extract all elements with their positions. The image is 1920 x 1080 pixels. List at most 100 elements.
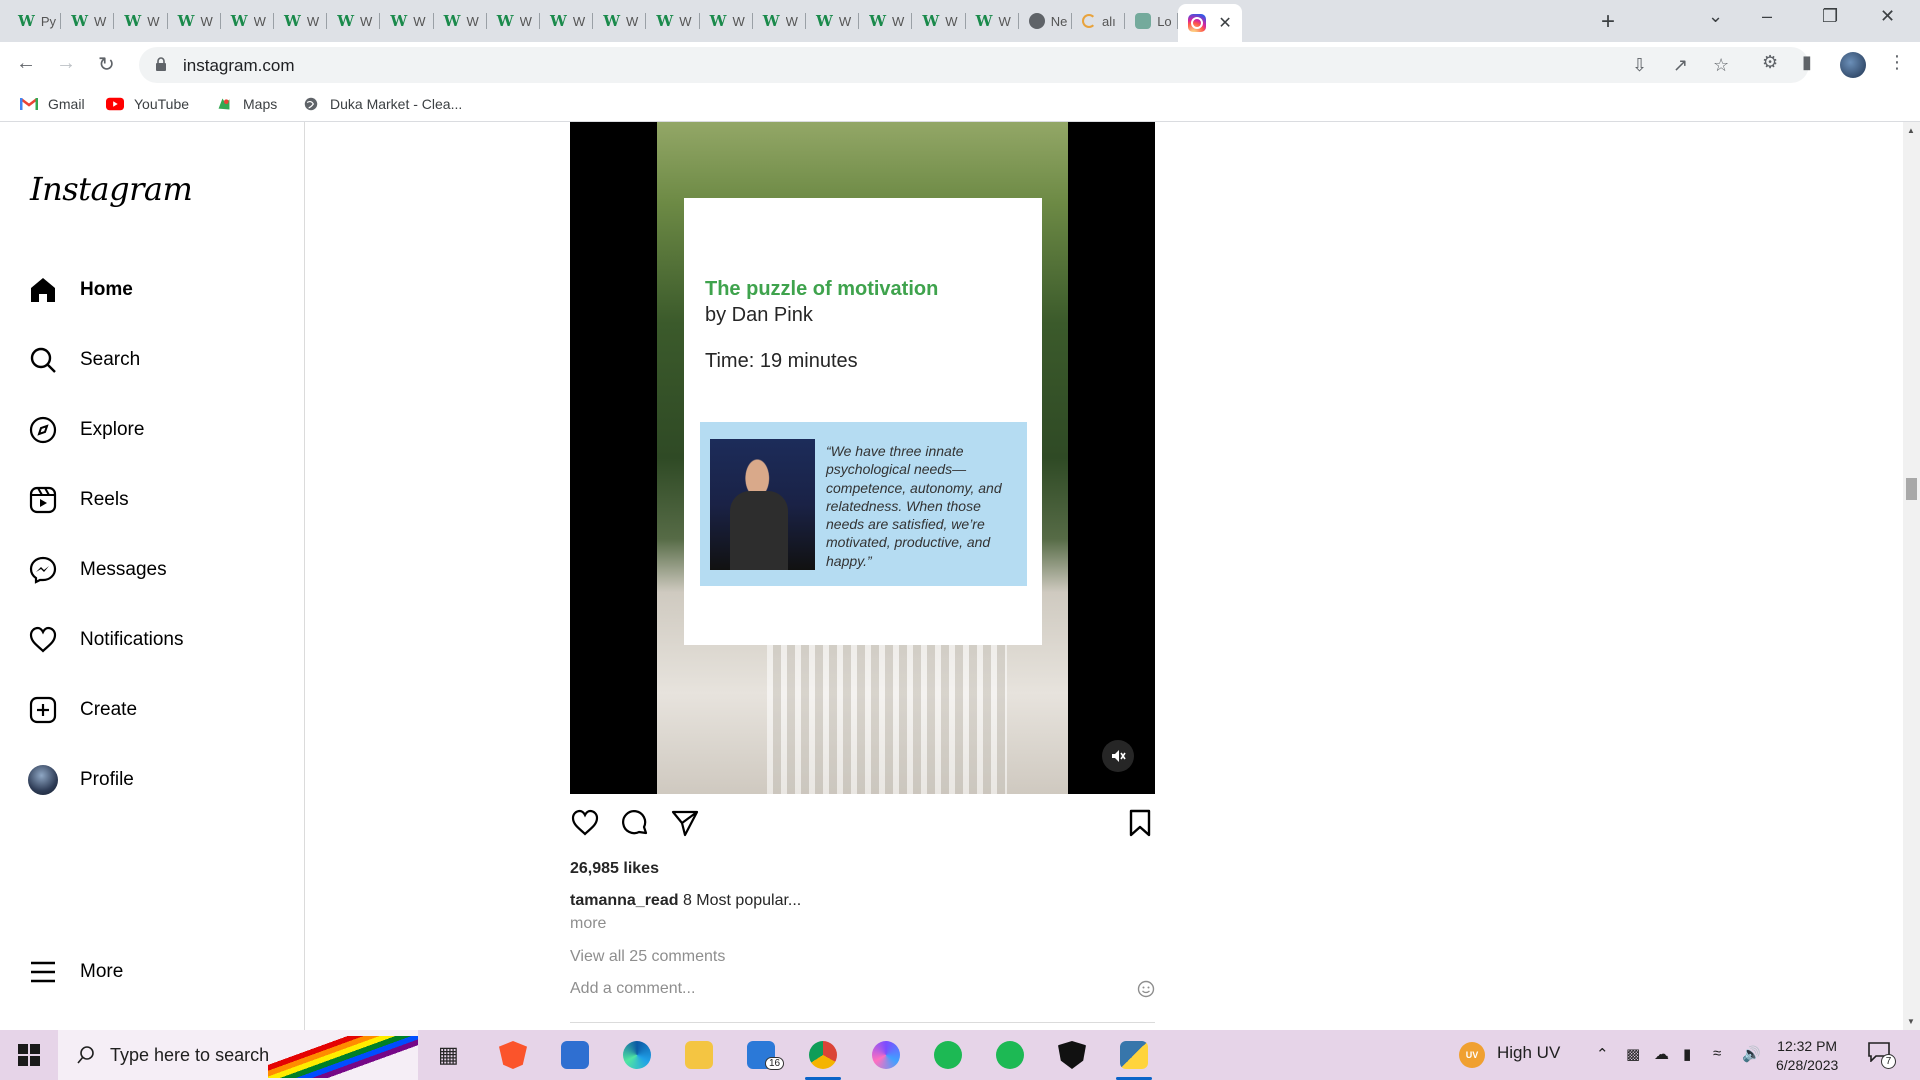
view-comments-link[interactable]: View all 25 comments bbox=[570, 948, 725, 966]
spotify-icon[interactable] bbox=[934, 1041, 962, 1069]
nav-messages[interactable]: Messages bbox=[28, 550, 167, 590]
instagram-logo[interactable]: Instagram bbox=[30, 170, 193, 208]
share-paper-plane-icon[interactable] bbox=[670, 808, 700, 838]
browser-tab[interactable]: WW bbox=[753, 6, 806, 36]
browser-tab[interactable]: WW bbox=[966, 6, 1019, 36]
action-center-button[interactable]: 7 bbox=[1868, 1042, 1896, 1069]
side-panel-icon[interactable]: ▮ bbox=[1802, 52, 1812, 73]
browser-tab[interactable]: WW bbox=[540, 6, 594, 36]
browser-tab[interactable]: WW bbox=[593, 6, 647, 36]
task-view-icon[interactable]: ▦ bbox=[438, 1042, 466, 1070]
meet-now-icon[interactable]: ▩ bbox=[1626, 1045, 1640, 1063]
brave-browser-icon[interactable] bbox=[499, 1041, 527, 1069]
likes-count[interactable]: 26,985 likes bbox=[570, 860, 659, 878]
browser-tab[interactable]: WW bbox=[487, 6, 540, 36]
browser-tab[interactable]: WW bbox=[221, 6, 274, 36]
save-bookmark-icon[interactable] bbox=[1125, 808, 1155, 838]
nav-notifications[interactable]: Notifications bbox=[28, 620, 184, 660]
nav-home[interactable]: Home bbox=[28, 270, 133, 310]
chrome-browser-icon[interactable] bbox=[805, 1041, 841, 1080]
nav-explore[interactable]: Explore bbox=[28, 410, 144, 450]
nav-reels[interactable]: Reels bbox=[28, 480, 129, 520]
bookmark-star-icon[interactable]: ☆ bbox=[1713, 55, 1729, 76]
forward-icon[interactable]: → bbox=[56, 52, 76, 75]
bookmark-maps[interactable]: Maps bbox=[215, 96, 277, 112]
microsoft-store-icon[interactable] bbox=[561, 1041, 589, 1069]
nav-more[interactable]: More bbox=[28, 952, 123, 992]
maps-icon bbox=[218, 98, 230, 110]
copilot-app-icon[interactable] bbox=[872, 1041, 900, 1069]
python-app-icon[interactable] bbox=[1116, 1041, 1152, 1080]
bookmark-gmail[interactable]: Gmail bbox=[20, 96, 85, 112]
page-scrollbar[interactable]: ▲ ▼ bbox=[1903, 122, 1920, 1030]
browser-tab[interactable]: WW bbox=[806, 6, 860, 36]
restore-window-icon[interactable]: ❐ bbox=[1822, 6, 1838, 27]
back-icon[interactable]: ← bbox=[16, 52, 36, 75]
share-icon[interactable]: ↗ bbox=[1673, 55, 1688, 76]
browser-tab[interactable]: WW bbox=[700, 6, 753, 36]
onedrive-cloud-icon[interactable]: ☁ bbox=[1654, 1045, 1669, 1063]
volume-icon[interactable]: 🔊 bbox=[1742, 1045, 1761, 1063]
chevron-up-icon[interactable]: ⌃ bbox=[1596, 1045, 1609, 1063]
uv-weather-icon[interactable]: UV bbox=[1459, 1042, 1485, 1068]
bookmark-youtube[interactable]: YouTube bbox=[106, 96, 189, 112]
nav-profile[interactable]: Profile bbox=[28, 760, 134, 800]
comment-input[interactable] bbox=[570, 980, 1090, 998]
new-tab-button[interactable]: + bbox=[1601, 8, 1615, 36]
add-comment-row bbox=[570, 980, 1155, 1008]
mute-button[interactable] bbox=[1102, 740, 1134, 772]
nav-create[interactable]: Create bbox=[28, 690, 137, 730]
scroll-down-icon[interactable]: ▼ bbox=[1907, 1017, 1915, 1026]
nav-search[interactable]: Search bbox=[28, 340, 140, 380]
reload-icon[interactable]: ↻ bbox=[98, 52, 115, 77]
browser-tab[interactable]: WW bbox=[168, 6, 221, 36]
browser-tab[interactable]: Ne bbox=[1019, 6, 1072, 36]
browser-tab[interactable]: W Py bbox=[8, 6, 62, 36]
scroll-up-icon[interactable]: ▲ bbox=[1907, 126, 1915, 135]
browser-tab[interactable]: WW bbox=[434, 6, 487, 36]
battery-icon[interactable]: ▮ bbox=[1683, 1045, 1691, 1063]
extensions-icon[interactable]: ⚙ bbox=[1762, 52, 1778, 73]
wifi-icon[interactable]: ≈ bbox=[1713, 1045, 1721, 1062]
security-shield-icon[interactable] bbox=[1058, 1041, 1086, 1069]
browser-tab[interactable]: WW bbox=[912, 6, 966, 36]
post-video[interactable]: The puzzle of motivation by Dan Pink Tim… bbox=[570, 122, 1155, 794]
tab-search-chevron-icon[interactable]: ⌄ bbox=[1708, 6, 1723, 27]
file-explorer-icon[interactable] bbox=[685, 1041, 713, 1069]
post-caption: tamanna_read 8 Most popular... bbox=[570, 892, 801, 910]
spotify-icon[interactable] bbox=[996, 1041, 1024, 1069]
browser-tab[interactable]: WW bbox=[61, 6, 115, 36]
mail-icon[interactable]: 16 bbox=[747, 1041, 785, 1070]
address-bar[interactable]: instagram.com ⇩ ↗ ☆ bbox=[139, 47, 1809, 83]
url-text[interactable]: instagram.com bbox=[183, 56, 294, 76]
browser-profile-avatar[interactable] bbox=[1840, 52, 1866, 78]
menu-kebab-icon[interactable]: ⋮ bbox=[1888, 52, 1906, 73]
browser-tab[interactable]: WW bbox=[114, 6, 168, 36]
browser-tab[interactable]: WW bbox=[327, 6, 381, 36]
browser-tab[interactable]: WW bbox=[274, 6, 328, 36]
browser-toolbar: ← → ↻ instagram.com ⇩ ↗ ☆ ⚙ ▮ ⋮ bbox=[0, 42, 1920, 88]
weather-text[interactable]: High UV bbox=[1497, 1043, 1560, 1063]
browser-tab[interactable]: WW bbox=[646, 6, 700, 36]
bookmark-duka-market[interactable]: Duka Market - Clea... bbox=[302, 96, 462, 112]
emoji-icon[interactable] bbox=[1137, 980, 1155, 998]
like-heart-icon[interactable] bbox=[570, 808, 600, 838]
browser-tab-instagram-active[interactable]: ✕ bbox=[1178, 4, 1243, 42]
install-app-icon[interactable]: ⇩ bbox=[1632, 55, 1647, 76]
scrollbar-thumb[interactable] bbox=[1906, 478, 1917, 500]
browser-tab[interactable]: Lo bbox=[1125, 6, 1179, 36]
edge-browser-icon[interactable] bbox=[623, 1041, 651, 1069]
comment-bubble-icon[interactable] bbox=[620, 808, 650, 838]
caption-more-link[interactable]: more bbox=[570, 915, 606, 933]
minimize-icon[interactable]: – bbox=[1762, 6, 1772, 27]
close-tab-icon[interactable]: ✕ bbox=[1218, 13, 1231, 33]
browser-tab[interactable]: WW bbox=[859, 6, 913, 36]
caption-username[interactable]: tamanna_read bbox=[570, 892, 679, 909]
system-clock[interactable]: 12:32 PM 6/28/2023 bbox=[1776, 1037, 1838, 1075]
caption-text: 8 Most popular... bbox=[682, 892, 802, 909]
lock-icon[interactable] bbox=[155, 57, 167, 71]
browser-tab[interactable]: WW bbox=[380, 6, 434, 36]
close-window-icon[interactable]: ✕ bbox=[1880, 6, 1895, 27]
browser-tab[interactable]: alı bbox=[1072, 6, 1126, 36]
windows-start-button[interactable] bbox=[18, 1044, 40, 1066]
